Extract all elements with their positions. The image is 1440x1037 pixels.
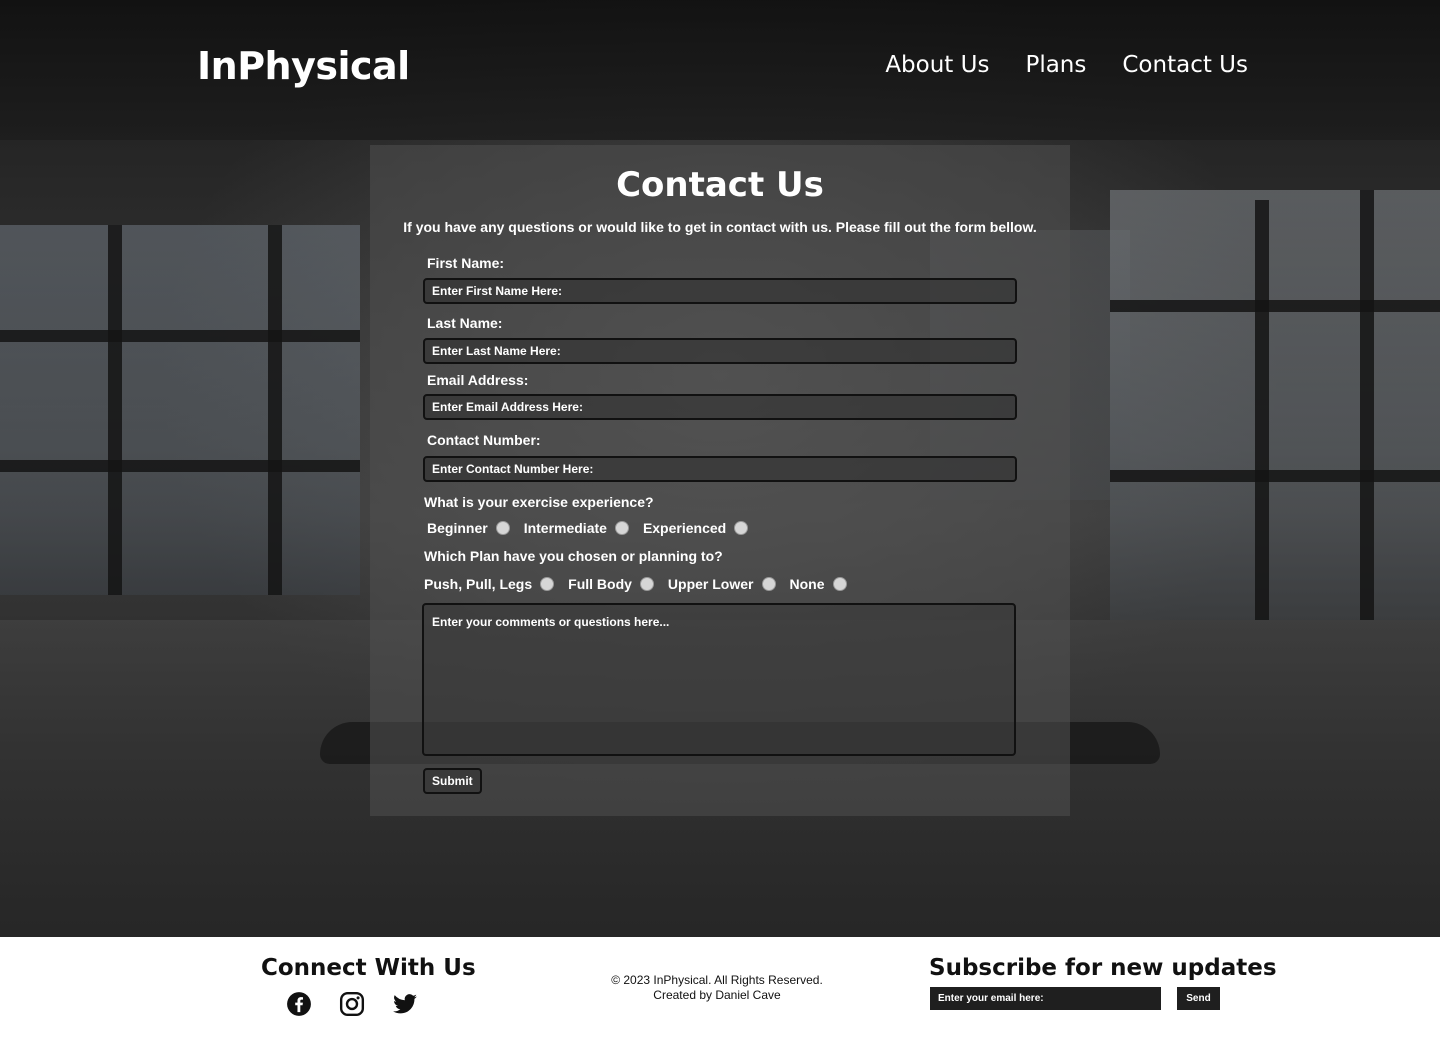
experience-option-intermediate[interactable]: Intermediate (524, 520, 629, 536)
nav-contact-us[interactable]: Contact Us (1122, 52, 1248, 78)
credits-line: Created by Daniel Cave (653, 988, 781, 1002)
connect-title: Connect With Us (261, 955, 476, 981)
experience-options: Beginner Intermediate Experienced (427, 520, 762, 536)
email-input[interactable] (423, 394, 1017, 420)
contact-form: Contact Us If you have any questions or … (370, 145, 1070, 816)
window-frame (0, 460, 360, 472)
submit-button[interactable]: Submit (423, 768, 482, 794)
plan-question: Which Plan have you chosen or planning t… (424, 548, 723, 564)
nav-about-us[interactable]: About Us (885, 52, 989, 78)
experience-option-experienced[interactable]: Experienced (642, 520, 749, 536)
radio-label: Full Body (568, 576, 632, 592)
first-name-input[interactable] (423, 278, 1017, 304)
contact-number-label: Contact Number: (427, 432, 541, 448)
plan-option-none[interactable]: None (790, 576, 847, 592)
radio-button[interactable] (614, 521, 629, 535)
radio-button[interactable] (540, 577, 555, 591)
radio-button[interactable] (495, 521, 510, 535)
subscribe-email-input[interactable] (930, 987, 1161, 1010)
experience-question: What is your exercise experience? (424, 494, 654, 510)
subscribe-title: Subscribe for new updates (929, 955, 1277, 981)
radio-button[interactable] (832, 577, 847, 591)
window-frame (108, 225, 122, 595)
copyright-text: © 2023 InPhysical. All Rights Reserved. … (560, 973, 874, 1003)
hero-background: InPhysical About Us Plans Contact Us Con… (0, 0, 1440, 937)
plan-options: Push, Pull, Legs Full Body Upper Lower N… (424, 576, 861, 592)
radio-label: None (789, 576, 825, 592)
comments-textarea[interactable] (422, 603, 1016, 756)
window-frame (1255, 200, 1269, 620)
nav-plans[interactable]: Plans (1025, 52, 1086, 78)
instagram-icon[interactable] (339, 991, 365, 1017)
radio-label: Push, Pull, Legs (424, 576, 533, 592)
plan-option-upper-lower[interactable]: Upper Lower (668, 576, 776, 592)
send-button[interactable]: Send (1177, 987, 1220, 1010)
window-frame (1360, 190, 1374, 620)
radio-label: Intermediate (523, 520, 607, 536)
contact-number-input[interactable] (423, 456, 1017, 482)
window-frame (1110, 470, 1440, 482)
site-logo[interactable]: InPhysical (197, 44, 410, 88)
last-name-input[interactable] (423, 338, 1017, 364)
plan-option-full-body[interactable]: Full Body (568, 576, 654, 592)
radio-label: Experienced (642, 520, 727, 536)
last-name-label: Last Name: (427, 315, 503, 331)
background-window-right (1110, 190, 1440, 620)
twitter-icon[interactable] (392, 991, 418, 1017)
radio-button[interactable] (639, 577, 654, 591)
background-window-left (0, 225, 360, 595)
plan-option-push-pull-legs[interactable]: Push, Pull, Legs (424, 576, 555, 592)
site-header: InPhysical About Us Plans Contact Us (0, 0, 1440, 140)
window-frame (1110, 300, 1440, 312)
copyright-line: © 2023 InPhysical. All Rights Reserved. (611, 973, 823, 987)
radio-button[interactable] (761, 577, 776, 591)
experience-option-beginner[interactable]: Beginner (427, 520, 510, 536)
site-footer: Connect With Us © 2023 InPhysical. All R… (0, 937, 1440, 1037)
radio-label: Beginner (427, 520, 488, 536)
radio-button[interactable] (734, 521, 749, 535)
main-nav: About Us Plans Contact Us (885, 52, 1248, 78)
social-links (286, 991, 418, 1017)
form-intro: If you have any questions or would like … (403, 219, 1037, 235)
window-frame (0, 330, 360, 342)
facebook-icon[interactable] (286, 991, 312, 1017)
form-title: Contact Us (616, 165, 824, 205)
radio-label: Upper Lower (667, 576, 754, 592)
first-name-label: First Name: (427, 255, 505, 271)
email-label: Email Address: (427, 372, 529, 388)
window-frame (268, 225, 282, 595)
